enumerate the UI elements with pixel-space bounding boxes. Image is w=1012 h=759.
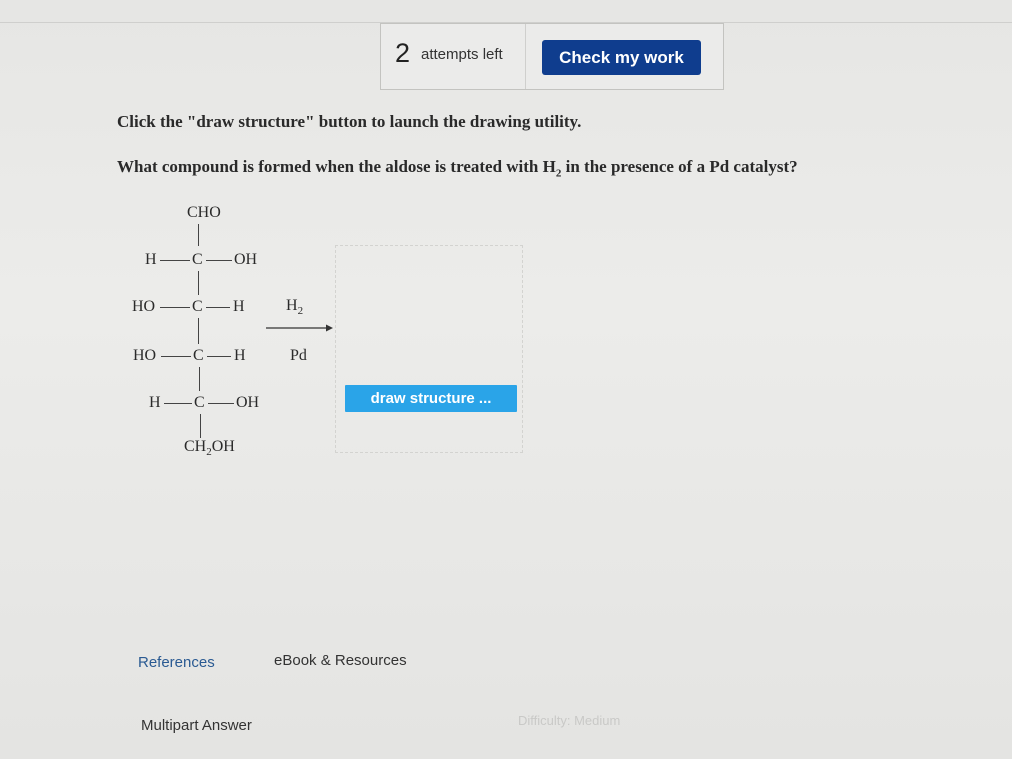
row1-carbon: C	[192, 251, 203, 268]
bond-h1l	[160, 260, 190, 261]
row3-right: H	[234, 347, 246, 364]
row2-left: HO	[132, 298, 156, 315]
bond-h3l	[161, 356, 191, 357]
row2-right: H	[233, 298, 245, 315]
bond-v4	[199, 367, 200, 391]
bond-h2r	[206, 307, 230, 308]
row3-carbon: C	[193, 347, 204, 364]
catalyst-label: Pd	[290, 347, 307, 364]
difficulty-label: Difficulty: Medium	[518, 713, 621, 728]
bond-v1	[198, 224, 199, 246]
reaction-arrow-icon	[266, 324, 333, 332]
check-my-work-button[interactable]: Check my work	[542, 40, 701, 75]
panel-divider	[525, 24, 526, 89]
reagent-sub: 2	[297, 305, 304, 318]
question-text: What compound is formed when the aldose …	[117, 157, 798, 179]
ebook-resources-link[interactable]: eBook & Resources	[274, 652, 407, 669]
ch2oh-post: OH	[211, 438, 235, 455]
row4-carbon: C	[194, 394, 205, 411]
attempts-count: 2	[395, 38, 411, 68]
draw-structure-button[interactable]: draw structure ...	[345, 385, 517, 412]
bond-h1r	[206, 260, 232, 261]
bond-v3	[198, 318, 199, 344]
row1-right: OH	[234, 251, 258, 268]
row2-carbon: C	[192, 298, 203, 315]
bond-h4r	[208, 403, 234, 404]
row4-left: H	[149, 394, 161, 411]
ch2oh-group: CH2OH	[184, 438, 235, 458]
instruction-text: Click the "draw structure" button to lau…	[117, 112, 582, 131]
question-pre: What compound is formed when the aldose …	[117, 157, 556, 176]
row1-left: H	[145, 251, 157, 268]
bond-h2l	[160, 307, 190, 308]
row3-left: HO	[133, 347, 157, 364]
bond-h3r	[207, 356, 231, 357]
question-post: in the presence of a Pd catalyst?	[561, 157, 798, 176]
bond-h4l	[164, 403, 192, 404]
drawing-area[interactable]	[335, 245, 523, 453]
row4-right: OH	[236, 394, 260, 411]
cho-group: CHO	[187, 204, 221, 221]
multipart-answer-label: Multipart Answer	[141, 717, 252, 734]
bond-v2	[198, 271, 199, 295]
bond-v5	[200, 414, 201, 438]
reagent-pre: H	[286, 297, 298, 314]
attempts-label: attempts left	[421, 46, 503, 63]
attempts-panel: 2 attempts left Check my work	[380, 23, 724, 90]
ch2oh-pre: CH	[184, 438, 207, 455]
references-link[interactable]: References	[138, 654, 215, 671]
reagent-h2: H2	[286, 297, 303, 317]
